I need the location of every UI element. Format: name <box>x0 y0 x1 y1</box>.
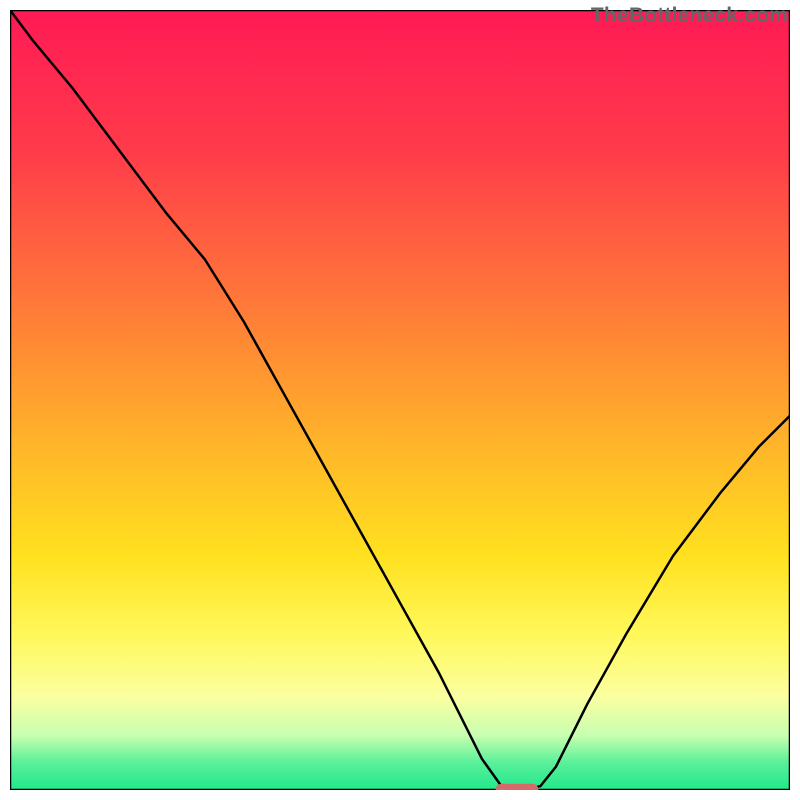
bottleneck-chart <box>10 10 790 790</box>
chart-container: TheBottleneck.com <box>0 0 800 800</box>
watermark-label: TheBottleneck.com <box>591 4 788 28</box>
plot-background <box>10 10 790 790</box>
minimum-marker <box>496 784 539 790</box>
